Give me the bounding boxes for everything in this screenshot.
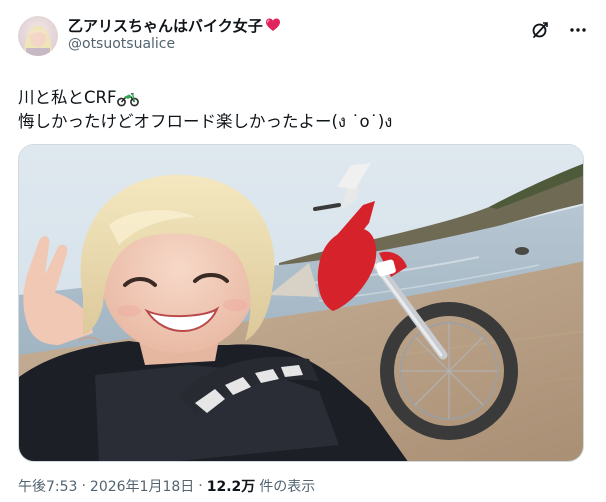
post-text-line-2-content: 悔しかったけどオフロード楽しかったよー(ง ˙o˙)ง (18, 112, 393, 131)
grok-icon[interactable] (530, 20, 550, 40)
post-text-line-1: 川と私とCRF (18, 86, 588, 110)
post-photo[interactable] (18, 144, 584, 462)
post-text: 川と私とCRF 悔しかったけどオフロード楽しかったよー(ง ˙o˙)ง (18, 86, 588, 134)
meta-separator: · (81, 478, 86, 494)
post-date[interactable]: 2026年1月18日 (90, 476, 194, 496)
handle[interactable]: @otsuotsualice (68, 36, 281, 52)
display-name[interactable]: 乙アリスちゃんはバイク女子 (68, 15, 263, 36)
post-text-line-2: 悔しかったけどオフロード楽しかったよー(ง ˙o˙)ง (18, 110, 588, 134)
avatar[interactable] (18, 16, 58, 56)
photo-illustration (19, 145, 583, 461)
header-actions (530, 20, 588, 40)
motorcycle-emoji-icon (117, 90, 140, 107)
post-meta: 午後7:53 · 2026年1月18日 · 12.2万 件の表示 (18, 476, 588, 496)
views-label: 件の表示 (259, 479, 316, 495)
author-names: 乙アリスちゃんはバイク女子 @otsuotsualice (68, 14, 281, 52)
post-text-line-1-content: 川と私とCRF (18, 88, 117, 107)
post-header: 乙アリスちゃんはバイク女子 @otsuotsualice (18, 14, 588, 66)
more-icon[interactable] (568, 20, 588, 40)
meta-separator-2: · (198, 478, 203, 494)
views-count[interactable]: 12.2万 (207, 476, 256, 496)
heart-icon (265, 17, 281, 33)
post-card: 乙アリスちゃんはバイク女子 @otsuotsualice 川と私とCRF 悔しか… (0, 0, 606, 502)
post-time[interactable]: 午後7:53 (18, 476, 77, 496)
display-name-row: 乙アリスちゃんはバイク女子 (68, 14, 281, 36)
